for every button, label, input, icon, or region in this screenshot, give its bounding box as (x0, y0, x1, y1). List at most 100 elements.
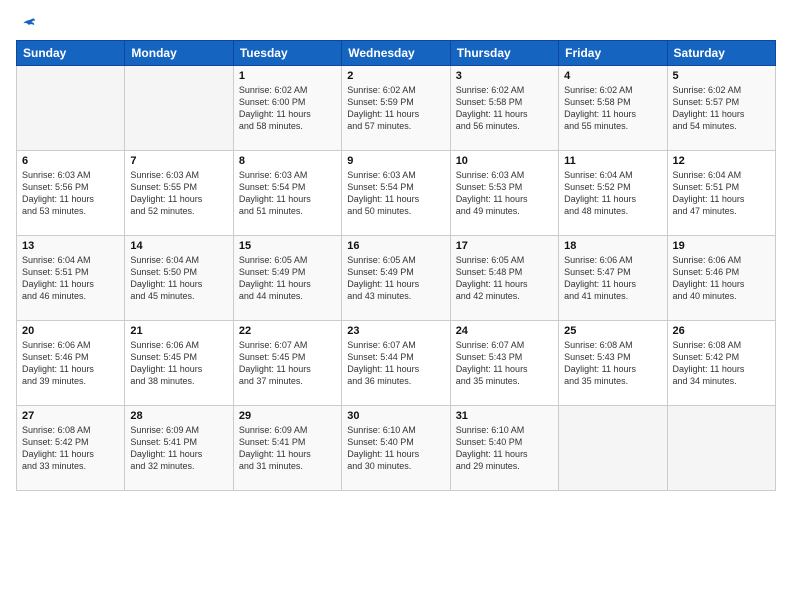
day-info: Sunrise: 6:02 AM Sunset: 5:58 PM Dayligh… (456, 84, 553, 133)
day-info: Sunrise: 6:05 AM Sunset: 5:48 PM Dayligh… (456, 254, 553, 303)
day-number: 19 (673, 240, 770, 252)
weekday-header-tuesday: Tuesday (233, 41, 341, 66)
day-number: 24 (456, 325, 553, 337)
calendar-cell: 6Sunrise: 6:03 AM Sunset: 5:56 PM Daylig… (17, 151, 125, 236)
calendar-cell (125, 66, 233, 151)
day-number: 10 (456, 155, 553, 167)
calendar-cell (17, 66, 125, 151)
day-number: 2 (347, 70, 444, 82)
day-number: 22 (239, 325, 336, 337)
day-number: 7 (130, 155, 227, 167)
calendar-cell (559, 406, 667, 491)
calendar-week-2: 13Sunrise: 6:04 AM Sunset: 5:51 PM Dayli… (17, 236, 776, 321)
day-number: 18 (564, 240, 661, 252)
day-number: 28 (130, 410, 227, 422)
calendar-cell: 29Sunrise: 6:09 AM Sunset: 5:41 PM Dayli… (233, 406, 341, 491)
calendar-cell: 31 Sunrise: 6:10 AM Sunset: 5:40 PM Dayli… (450, 406, 558, 491)
day-info: Sunrise: 6:03 AM Sunset: 5:54 PM Dayligh… (239, 169, 336, 218)
calendar-cell: 3 Sunrise: 6:02 AM Sunset: 5:58 PM Daylig… (450, 66, 558, 151)
day-number: 1 (239, 70, 336, 82)
calendar-cell: 10 Sunrise: 6:03 AM Sunset: 5:53 PM Dayli… (450, 151, 558, 236)
calendar-cell: 7 Sunrise: 6:03 AM Sunset: 5:55 PM Daylig… (125, 151, 233, 236)
day-info: Sunrise: 6:08 AM Sunset: 5:42 PM Dayligh… (673, 339, 770, 388)
calendar-week-3: 20Sunrise: 6:06 AM Sunset: 5:46 PM Dayli… (17, 321, 776, 406)
day-number: 23 (347, 325, 444, 337)
day-number: 9 (347, 155, 444, 167)
day-info: Sunrise: 6:10 AM Sunset: 5:40 PM Dayligh… (456, 424, 553, 473)
day-number: 27 (22, 410, 119, 422)
day-info: Sunrise: 6:03 AM Sunset: 5:55 PM Dayligh… (130, 169, 227, 218)
day-number: 14 (130, 240, 227, 252)
calendar-cell: 1 Sunrise: 6:02 AM Sunset: 6:00 PM Daylig… (233, 66, 341, 151)
calendar-cell: 11Sunrise: 6:04 AM Sunset: 5:52 PM Dayli… (559, 151, 667, 236)
day-number: 8 (239, 155, 336, 167)
calendar-cell: 23 Sunrise: 6:07 AM Sunset: 5:44 PM Dayli… (342, 321, 450, 406)
calendar-cell: 22 Sunrise: 6:07 AM Sunset: 5:45 PM Dayli… (233, 321, 341, 406)
calendar-header: SundayMondayTuesdayWednesdayThursdayFrid… (17, 41, 776, 66)
day-number: 4 (564, 70, 661, 82)
calendar-cell: 16 Sunrise: 6:05 AM Sunset: 5:49 PM Dayli… (342, 236, 450, 321)
calendar-cell: 17Sunrise: 6:05 AM Sunset: 5:48 PM Dayli… (450, 236, 558, 321)
weekday-header-friday: Friday (559, 41, 667, 66)
day-number: 3 (456, 70, 553, 82)
calendar-cell: 20Sunrise: 6:06 AM Sunset: 5:46 PM Dayli… (17, 321, 125, 406)
day-number: 12 (673, 155, 770, 167)
day-number: 5 (673, 70, 770, 82)
calendar-cell: 9Sunrise: 6:03 AM Sunset: 5:54 PM Daylig… (342, 151, 450, 236)
day-info: Sunrise: 6:05 AM Sunset: 5:49 PM Dayligh… (239, 254, 336, 303)
day-number: 31 (456, 410, 553, 422)
weekday-header-monday: Monday (125, 41, 233, 66)
day-number: 16 (347, 240, 444, 252)
calendar-cell: 12 Sunrise: 6:04 AM Sunset: 5:51 PM Dayli… (667, 151, 775, 236)
day-info: Sunrise: 6:09 AM Sunset: 5:41 PM Dayligh… (239, 424, 336, 473)
page: SundayMondayTuesdayWednesdayThursdayFrid… (0, 0, 792, 612)
weekday-header-wednesday: Wednesday (342, 41, 450, 66)
day-info: Sunrise: 6:04 AM Sunset: 5:51 PM Dayligh… (22, 254, 119, 303)
day-info: Sunrise: 6:10 AM Sunset: 5:40 PM Dayligh… (347, 424, 444, 473)
day-info: Sunrise: 6:08 AM Sunset: 5:42 PM Dayligh… (22, 424, 119, 473)
weekday-header-sunday: Sunday (17, 41, 125, 66)
day-info: Sunrise: 6:02 AM Sunset: 5:59 PM Dayligh… (347, 84, 444, 133)
day-info: Sunrise: 6:08 AM Sunset: 5:43 PM Dayligh… (564, 339, 661, 388)
day-info: Sunrise: 6:04 AM Sunset: 5:51 PM Dayligh… (673, 169, 770, 218)
day-info: Sunrise: 6:07 AM Sunset: 5:44 PM Dayligh… (347, 339, 444, 388)
calendar-cell: 18 Sunrise: 6:06 AM Sunset: 5:47 PM Dayli… (559, 236, 667, 321)
calendar-cell: 27 Sunrise: 6:08 AM Sunset: 5:42 PM Dayli… (17, 406, 125, 491)
weekday-header-saturday: Saturday (667, 41, 775, 66)
calendar-table: SundayMondayTuesdayWednesdayThursdayFrid… (16, 40, 776, 491)
day-info: Sunrise: 6:07 AM Sunset: 5:45 PM Dayligh… (239, 339, 336, 388)
calendar-cell: 19 Sunrise: 6:06 AM Sunset: 5:46 PM Dayli… (667, 236, 775, 321)
calendar-cell: 2 Sunrise: 6:02 AM Sunset: 5:59 PM Daylig… (342, 66, 450, 151)
calendar-cell (667, 406, 775, 491)
calendar-cell: 4Sunrise: 6:02 AM Sunset: 5:58 PM Daylig… (559, 66, 667, 151)
calendar-cell: 13Sunrise: 6:04 AM Sunset: 5:51 PM Dayli… (17, 236, 125, 321)
calendar-cell: 26 Sunrise: 6:08 AM Sunset: 5:42 PM Dayli… (667, 321, 775, 406)
calendar-cell: 5 Sunrise: 6:02 AM Sunset: 5:57 PM Daylig… (667, 66, 775, 151)
calendar-cell: 25Sunrise: 6:08 AM Sunset: 5:43 PM Dayli… (559, 321, 667, 406)
calendar-cell: 14 Sunrise: 6:04 AM Sunset: 5:50 PM Dayli… (125, 236, 233, 321)
day-info: Sunrise: 6:04 AM Sunset: 5:50 PM Dayligh… (130, 254, 227, 303)
day-number: 15 (239, 240, 336, 252)
calendar-cell: 8 Sunrise: 6:03 AM Sunset: 5:54 PM Daylig… (233, 151, 341, 236)
calendar-week-0: 1 Sunrise: 6:02 AM Sunset: 6:00 PM Daylig… (17, 66, 776, 151)
day-info: Sunrise: 6:04 AM Sunset: 5:52 PM Dayligh… (564, 169, 661, 218)
calendar-cell: 28 Sunrise: 6:09 AM Sunset: 5:41 PM Dayli… (125, 406, 233, 491)
day-info: Sunrise: 6:03 AM Sunset: 5:53 PM Dayligh… (456, 169, 553, 218)
logo (16, 16, 36, 30)
header (16, 16, 776, 30)
day-info: Sunrise: 6:09 AM Sunset: 5:41 PM Dayligh… (130, 424, 227, 473)
day-info: Sunrise: 6:05 AM Sunset: 5:49 PM Dayligh… (347, 254, 444, 303)
day-info: Sunrise: 6:03 AM Sunset: 5:56 PM Dayligh… (22, 169, 119, 218)
day-info: Sunrise: 6:06 AM Sunset: 5:45 PM Dayligh… (130, 339, 227, 388)
logo-bird-icon (18, 16, 36, 34)
day-number: 21 (130, 325, 227, 337)
day-info: Sunrise: 6:06 AM Sunset: 5:46 PM Dayligh… (673, 254, 770, 303)
day-info: Sunrise: 6:02 AM Sunset: 5:57 PM Dayligh… (673, 84, 770, 133)
calendar-body: 1 Sunrise: 6:02 AM Sunset: 6:00 PM Daylig… (17, 66, 776, 491)
day-info: Sunrise: 6:02 AM Sunset: 6:00 PM Dayligh… (239, 84, 336, 133)
day-number: 26 (673, 325, 770, 337)
day-info: Sunrise: 6:07 AM Sunset: 5:43 PM Dayligh… (456, 339, 553, 388)
day-info: Sunrise: 6:06 AM Sunset: 5:47 PM Dayligh… (564, 254, 661, 303)
calendar-week-1: 6Sunrise: 6:03 AM Sunset: 5:56 PM Daylig… (17, 151, 776, 236)
calendar-cell: 21 Sunrise: 6:06 AM Sunset: 5:45 PM Dayli… (125, 321, 233, 406)
